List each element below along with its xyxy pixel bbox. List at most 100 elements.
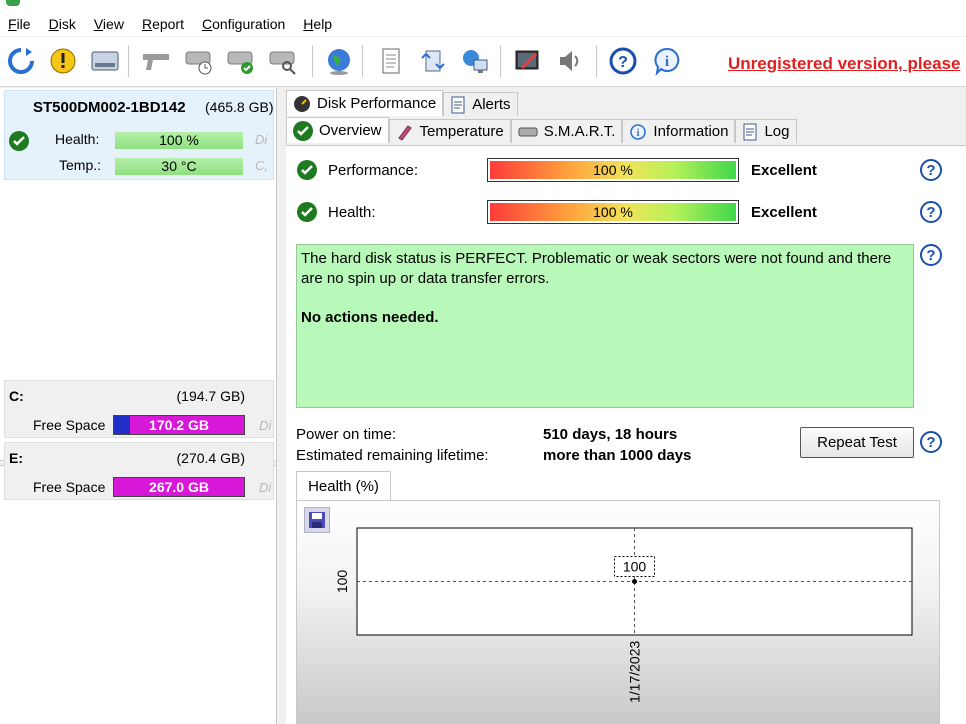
free-space-label: Free Space: [33, 417, 106, 433]
status-action: No actions needed.: [301, 309, 439, 326]
app-logo: [6, 0, 20, 6]
status-box: The hard disk status is PERFECT. Problem…: [296, 244, 914, 408]
network-icon[interactable]: [458, 43, 492, 79]
repeat-test-button[interactable]: Repeat Test: [800, 427, 914, 458]
health-chart-area: [296, 500, 940, 724]
lifetime-label: Estimated remaining lifetime:: [296, 447, 489, 464]
temp-suffix: C,: [255, 158, 268, 173]
tab-label: Log: [764, 123, 790, 140]
edit-icon[interactable]: [510, 43, 544, 79]
volume-size: (270.4 GB): [176, 450, 245, 466]
vertical-splitter[interactable]: [276, 88, 281, 724]
health-bar: 100 %: [115, 132, 243, 149]
info-icon[interactable]: i: [650, 43, 684, 79]
free-space-bar: 170.2 GB: [113, 415, 245, 435]
performance-value: 100 %: [490, 161, 736, 179]
menu-disk[interactable]: Disk: [41, 16, 86, 32]
free-space-bar: 267.0 GB: [113, 477, 245, 497]
notepad-icon[interactable]: [374, 43, 408, 79]
help-icon[interactable]: ?: [606, 43, 640, 79]
refresh-icon[interactable]: [4, 43, 38, 79]
free-space-label: Free Space: [33, 479, 106, 495]
volume-size: (194.7 GB): [176, 388, 245, 404]
free-space-value: 170.2 GB: [149, 417, 209, 433]
disk-size: (465.8 GB): [205, 99, 274, 115]
save-icon[interactable]: [304, 507, 330, 533]
tab-log[interactable]: Log: [735, 119, 797, 143]
disk-ok-icon[interactable]: [224, 43, 258, 79]
volume-suffix: Di: [259, 418, 272, 433]
tab-label: Alerts: [472, 96, 511, 113]
menu-file[interactable]: File: [0, 16, 41, 32]
volume-letter: C:: [9, 388, 24, 404]
check-icon: [293, 120, 313, 141]
toolbar: ? i Unregistered version, please: [0, 37, 966, 87]
disk-search-icon[interactable]: [266, 43, 300, 79]
disk-icon: [518, 127, 538, 136]
tab-label: Temperature: [419, 123, 504, 140]
repeat-test-help-icon[interactable]: ?: [920, 431, 942, 453]
alert-icon[interactable]: [46, 43, 80, 79]
top-tab-row: Disk Performance Alerts: [286, 90, 518, 116]
status-text: The hard disk status is PERFECT. Problem…: [301, 250, 892, 287]
tab-label: Overview: [319, 122, 382, 139]
document-icon: [451, 96, 465, 113]
sync-icon[interactable]: [416, 43, 450, 79]
log-icon: [743, 123, 757, 140]
disk-name: ST500DM002-1BD142: [33, 99, 186, 116]
performance-rating: Excellent: [751, 162, 817, 179]
tab-label: S.M.A.R.T.: [543, 123, 616, 140]
menu-help[interactable]: Help: [295, 16, 342, 32]
performance-help-icon[interactable]: ?: [920, 159, 942, 181]
menu-configuration[interactable]: Configuration: [194, 16, 295, 32]
power-on-label: Power on time:: [296, 426, 397, 443]
menu-report[interactable]: Report: [134, 16, 194, 32]
info-icon: i: [630, 123, 647, 140]
globe-icon[interactable]: [322, 43, 356, 79]
tab-smart[interactable]: S.M.A.R.T.: [510, 119, 623, 143]
health-bar: 100 %: [487, 200, 739, 224]
svg-text:i: i: [637, 128, 640, 139]
health-label: Health:: [328, 204, 376, 221]
tab-health-chart[interactable]: Health (%): [296, 471, 391, 501]
lifetime-value: more than 1000 days: [543, 447, 692, 464]
tab-alerts[interactable]: Alerts: [443, 92, 518, 116]
gauge-icon: [294, 95, 310, 112]
health-ok-icon: [9, 131, 29, 151]
health-rating: Excellent: [751, 204, 817, 221]
health-help-icon[interactable]: ?: [920, 201, 942, 223]
volume-e[interactable]: E: (270.4 GB) Free Space 267.0 GB Di: [4, 442, 274, 500]
unregistered-link[interactable]: Unregistered version, please: [728, 54, 960, 74]
disk-check-icon[interactable]: [182, 43, 216, 79]
volume-letter: E:: [9, 450, 23, 466]
sound-icon[interactable]: [552, 43, 586, 79]
main-tab-row: Overview Temperature S.M.A.R.T. i Inform…: [286, 117, 797, 143]
tab-temperature[interactable]: Temperature: [388, 119, 511, 143]
status-help-icon[interactable]: ?: [920, 244, 942, 266]
svg-text:i: i: [665, 54, 669, 70]
gun-icon[interactable]: [140, 43, 174, 79]
svg-text:?: ?: [618, 54, 628, 71]
disk-icon[interactable]: [88, 43, 122, 79]
power-on-value: 510 days, 18 hours: [543, 426, 678, 443]
tab-information[interactable]: i Information: [622, 119, 736, 143]
disk-card[interactable]: ST500DM002-1BD142 (465.8 GB) Health: 100…: [4, 90, 274, 180]
volume-c[interactable]: C: (194.7 GB) Free Space 170.2 GB Di: [4, 380, 274, 438]
temp-bar: 30 °C: [115, 158, 243, 175]
tab-overview[interactable]: Overview: [286, 117, 389, 143]
thermometer-icon: [397, 124, 412, 141]
title-strip: [0, 0, 966, 12]
temp-label: Temp.:: [59, 157, 102, 173]
disk-list-panel: ST500DM002-1BD142 (465.8 GB) Health: 100…: [0, 88, 276, 724]
performance-ok-icon: [297, 160, 317, 180]
tab-disk-performance[interactable]: Disk Performance: [286, 90, 444, 116]
volume-suffix: Di: [259, 480, 272, 495]
menu-bar: File Disk View Report Configuration Help: [0, 12, 966, 36]
health-label: Health:: [55, 131, 100, 147]
used-space-fill: [114, 416, 131, 434]
health-value: 100 %: [490, 203, 736, 221]
menu-view[interactable]: View: [86, 16, 134, 32]
health-ok-icon: [297, 202, 317, 222]
health-suffix: Di: [255, 132, 268, 147]
performance-label: Performance:: [328, 162, 419, 179]
